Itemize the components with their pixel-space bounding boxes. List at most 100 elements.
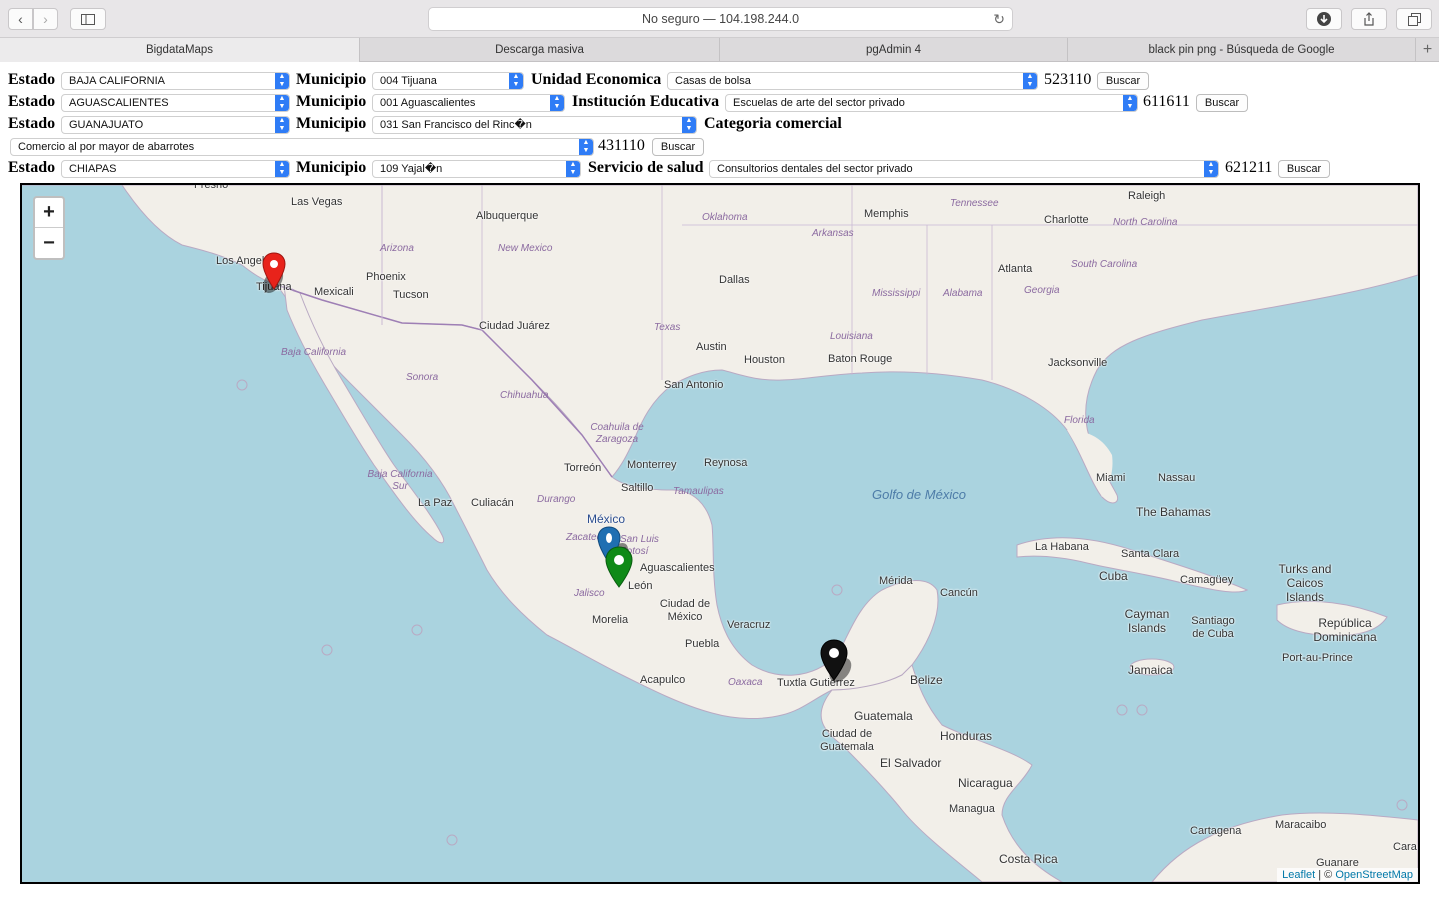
place-label: Turks and Caicos Islands	[1278, 562, 1332, 604]
search-row-institucion-educativa: Estado AGUASCALIENTES ▲ ▼ Municipio 001 Ag…	[0, 92, 1439, 114]
download-icon	[1317, 12, 1331, 26]
zoom-out-button[interactable]: −	[35, 228, 63, 258]
select-arrows-icon: ▲ ▼	[275, 161, 289, 177]
marker-dot	[614, 555, 624, 565]
place-label: Torreón	[564, 462, 602, 474]
reload-icon[interactable]: ↻	[993, 11, 1005, 28]
marker-green-pin-icon	[605, 546, 633, 588]
tab-google-search[interactable]: black pin png - Búsqueda de Google	[1068, 38, 1416, 62]
place-label: Honduras	[940, 729, 993, 743]
tab-bar: BigdataMaps Descarga masiva pgAdmin 4 bl…	[0, 38, 1439, 62]
scian-code: 611611	[1143, 93, 1190, 110]
category-value: Consultorios dentales del sector privado	[717, 163, 913, 175]
place-label: San Antonio	[664, 379, 724, 391]
address-bar[interactable]: No seguro — 104.198.244.0 ↻	[428, 7, 1013, 31]
place-label: Baton Rouge	[828, 353, 893, 365]
municipio-label: Municipio	[296, 71, 367, 88]
downloads-button[interactable]	[1306, 8, 1342, 30]
place-label: Veracruz	[727, 619, 771, 631]
sidebar-toggle-button[interactable]	[70, 8, 106, 30]
state-label: Chihuahua	[500, 390, 549, 401]
place-label: Camagüey	[1180, 574, 1234, 586]
place-label: Tucson	[393, 289, 429, 301]
place-label: Cuba	[1099, 569, 1128, 583]
place-label: The Bahamas	[1136, 505, 1211, 519]
estado-select[interactable]: AGUASCALIENTES ▲ ▼	[61, 94, 290, 112]
place-label: Cara	[1393, 841, 1417, 853]
buscar-button[interactable]: Buscar	[1196, 94, 1248, 112]
unidad-economica-select[interactable]: Casas de bolsa ▲ ▼	[667, 72, 1038, 90]
place-label: Las Vegas	[291, 196, 343, 208]
forward-button[interactable]: ›	[33, 8, 58, 30]
tab-descarga-masiva[interactable]: Descarga masiva	[360, 38, 720, 62]
search-row-unidad-economica: Estado BAJA CALIFORNIA ▲ ▼ Municipio 004 T…	[0, 70, 1439, 92]
marker-red-tijuana[interactable]	[262, 251, 302, 299]
category-value: Comercio al por mayor de abarrotes	[18, 141, 195, 153]
institucion-educativa-label: Institución Educativa	[572, 93, 720, 110]
island	[1396, 799, 1408, 811]
marker-green-san-francisco[interactable]	[605, 545, 641, 591]
select-arrows-icon: ▲ ▼	[1123, 95, 1137, 111]
institucion-educativa-select[interactable]: Escuelas de arte del sector privado ▲ ▼	[725, 94, 1138, 112]
estado-select[interactable]: BAJA CALIFORNIA ▲ ▼	[61, 72, 290, 90]
place-label: Managua	[949, 803, 995, 815]
estado-label: Estado	[8, 159, 56, 176]
place-label: Maracaibo	[1275, 819, 1327, 831]
estado-label: Estado	[8, 93, 56, 110]
servicio-salud-select[interactable]: Consultorios dentales del sector privado…	[709, 160, 1219, 178]
search-row-servicio-salud: Estado CHIAPAS ▲ ▼ Municipio 109 Yajal�n ▲ ▼…	[0, 158, 1439, 180]
search-row-categoria-comercial-cont: Comercio al por mayor de abarrotes ▲ ▼ 431…	[0, 136, 1439, 158]
leaflet-map[interactable]: Golfo de México Fresno Las Vegas Albuque…	[20, 183, 1420, 884]
state-label: Alabama	[943, 288, 983, 299]
buscar-button[interactable]: Buscar	[1097, 72, 1149, 90]
scian-code: 523110	[1044, 71, 1092, 88]
municipio-select[interactable]: 031 San Francisco del Rinc�n ▲ ▼	[372, 116, 697, 134]
municipio-select[interactable]: 109 Yajal�n ▲ ▼	[372, 160, 581, 178]
estado-label: Estado	[8, 71, 56, 88]
state-label: Jalisco	[574, 588, 605, 599]
leaflet-link[interactable]: Leaflet	[1282, 869, 1315, 881]
place-label: Guatemala	[854, 709, 913, 723]
tab-pgadmin[interactable]: pgAdmin 4	[720, 38, 1068, 62]
state-label: Florida	[1064, 415, 1095, 426]
place-label: Charlotte	[1044, 214, 1089, 226]
place-label: México	[587, 512, 626, 526]
estado-select[interactable]: GUANAJUATO ▲ ▼	[61, 116, 290, 134]
tab-label: pgAdmin 4	[866, 44, 921, 56]
marker-black-yajalon[interactable]	[820, 638, 868, 686]
gulf-of-mexico-label: Golfo de México	[872, 487, 966, 502]
openstreetmap-link[interactable]: OpenStreetMap	[1335, 869, 1413, 881]
select-arrows-icon: ▲ ▼	[275, 95, 289, 111]
place-label: Monterrey	[627, 459, 677, 471]
place-label: Ciudad de México	[659, 598, 711, 623]
tabs-overview-button[interactable]	[1396, 8, 1432, 30]
share-button[interactable]	[1351, 8, 1387, 30]
place-label: La Paz	[418, 497, 453, 509]
state-label: Oaxaca	[728, 677, 763, 688]
tab-bigdatamaps[interactable]: BigdataMaps	[0, 38, 360, 62]
estado-value: AGUASCALIENTES	[69, 97, 169, 109]
municipio-label: Municipio	[296, 159, 367, 176]
place-label: Memphis	[864, 208, 909, 220]
categoria-comercial-select[interactable]: Comercio al por mayor de abarrotes ▲ ▼	[10, 138, 594, 156]
buscar-button[interactable]: Buscar	[652, 138, 704, 156]
sidebar-icon	[81, 13, 95, 25]
municipio-select[interactable]: 001 Aguascalientes ▲ ▼	[372, 94, 565, 112]
select-arrows-icon: ▲ ▼	[275, 117, 289, 133]
place-label: Santa Clara	[1121, 548, 1180, 560]
unidad-economica-label: Unidad Economica	[531, 71, 662, 88]
buscar-button[interactable]: Buscar	[1278, 160, 1330, 178]
municipio-select[interactable]: 004 Tijuana ▲ ▼	[372, 72, 524, 90]
municipio-label: Municipio	[296, 93, 367, 110]
attribution-separator: | ©	[1315, 869, 1336, 881]
scian-code: 621211	[1225, 159, 1273, 176]
place-label: La Habana	[1035, 541, 1089, 553]
zoom-in-button[interactable]: +	[35, 198, 63, 228]
estado-select[interactable]: CHIAPAS ▲ ▼	[61, 160, 290, 178]
tab-label: black pin png - Búsqueda de Google	[1148, 44, 1335, 56]
new-tab-button[interactable]: +	[1416, 38, 1439, 61]
island	[831, 584, 843, 596]
back-button[interactable]: ‹	[8, 8, 33, 30]
place-label: Costa Rica	[999, 852, 1058, 866]
place-label: Ciudad Juárez	[479, 320, 550, 332]
